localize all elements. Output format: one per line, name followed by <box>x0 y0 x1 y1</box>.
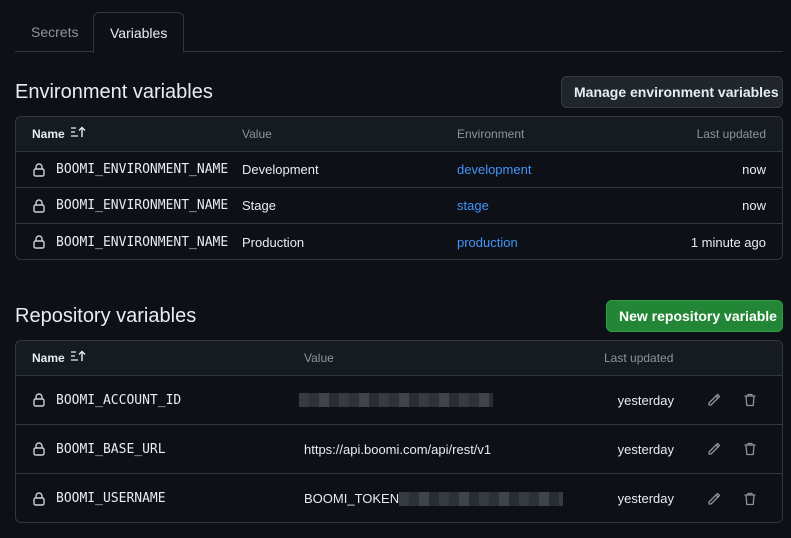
table-row: BOOMI_ENVIRONMENT_NAME Stage stage now <box>16 188 782 224</box>
pencil-icon[interactable] <box>702 474 726 523</box>
variable-value: BOOMI_TOKEN <box>304 474 564 523</box>
variable-value: Development <box>242 162 319 177</box>
pencil-icon[interactable] <box>702 425 726 473</box>
variable-value <box>299 376 493 424</box>
trash-icon[interactable] <box>738 425 762 473</box>
variable-name: BOOMI_ENVIRONMENT_NAME <box>56 234 229 250</box>
environment-variables-table: Name Value Environment Last updated BOOM… <box>15 116 783 260</box>
variable-name: BOOMI_USERNAME <box>56 491 166 506</box>
table-row: BOOMI_ACCOUNT_ID yesterday <box>16 376 782 425</box>
repository-variables-table: Name Value Last updated BOOMI_ACCOUNT_ID… <box>15 340 783 523</box>
sort-ascending-icon <box>70 117 87 152</box>
lock-icon <box>33 425 45 473</box>
last-updated: yesterday <box>617 491 674 506</box>
lock-icon <box>33 152 45 187</box>
lock-icon <box>33 474 45 523</box>
trash-icon[interactable] <box>738 474 762 523</box>
new-repository-variable-button[interactable]: New repository variable <box>606 300 783 332</box>
variable-value: Stage <box>242 198 276 213</box>
table-row: BOOMI_ENVIRONMENT_NAME Production produc… <box>16 224 782 260</box>
last-updated: now <box>742 198 766 213</box>
last-updated: yesterday <box>617 441 674 457</box>
table-row: BOOMI_BASE_URL https://api.boomi.com/api… <box>16 425 782 474</box>
trash-icon[interactable] <box>738 376 762 424</box>
value-column-header: Value <box>304 351 334 365</box>
table-header: Name Value Environment Last updated <box>16 117 782 152</box>
name-column-header[interactable]: Name <box>32 341 87 376</box>
environment-column-header: Environment <box>457 127 525 141</box>
variable-name: BOOMI_ENVIRONMENT_NAME <box>56 162 229 177</box>
variable-name: BOOMI_ENVIRONMENT_NAME <box>56 198 229 213</box>
environment-link[interactable]: production <box>457 224 518 260</box>
lock-icon <box>33 188 45 223</box>
variable-value: Production <box>242 234 305 250</box>
last-updated: yesterday <box>617 392 674 408</box>
tab-secrets[interactable]: Secrets <box>15 12 94 52</box>
variable-name: BOOMI_ACCOUNT_ID <box>56 392 182 408</box>
lock-icon <box>33 376 45 424</box>
repository-variables-heading: Repository variables <box>15 305 197 327</box>
environment-variables-heading: Environment variables <box>15 81 213 103</box>
last-updated: 1 minute ago <box>690 234 766 250</box>
redacted-value <box>399 491 564 506</box>
name-column-header[interactable]: Name <box>32 117 87 152</box>
environment-link[interactable]: stage <box>457 188 489 223</box>
redacted-value <box>299 393 493 407</box>
value-column-header: Value <box>242 127 272 141</box>
variable-name: BOOMI_BASE_URL <box>56 441 166 457</box>
last-updated-column-header: Last updated <box>696 127 766 141</box>
tab-bar: Secrets Variables <box>15 12 783 53</box>
lock-icon <box>33 224 45 260</box>
tab-variables[interactable]: Variables <box>93 12 185 53</box>
variable-value: https://api.boomi.com/api/rest/v1 <box>304 441 492 457</box>
last-updated-column-header: Last updated <box>604 351 674 365</box>
table-row: BOOMI_ENVIRONMENT_NAME Development devel… <box>16 152 782 188</box>
table-header: Name Value Last updated <box>16 341 782 376</box>
table-row: BOOMI_USERNAME BOOMI_TOKEN yesterday <box>16 474 782 523</box>
environment-link[interactable]: development <box>457 152 531 187</box>
manage-environment-variables-button[interactable]: Manage environment variables <box>561 76 783 108</box>
last-updated: now <box>742 162 766 177</box>
pencil-icon[interactable] <box>702 376 726 424</box>
sort-ascending-icon <box>70 341 87 376</box>
